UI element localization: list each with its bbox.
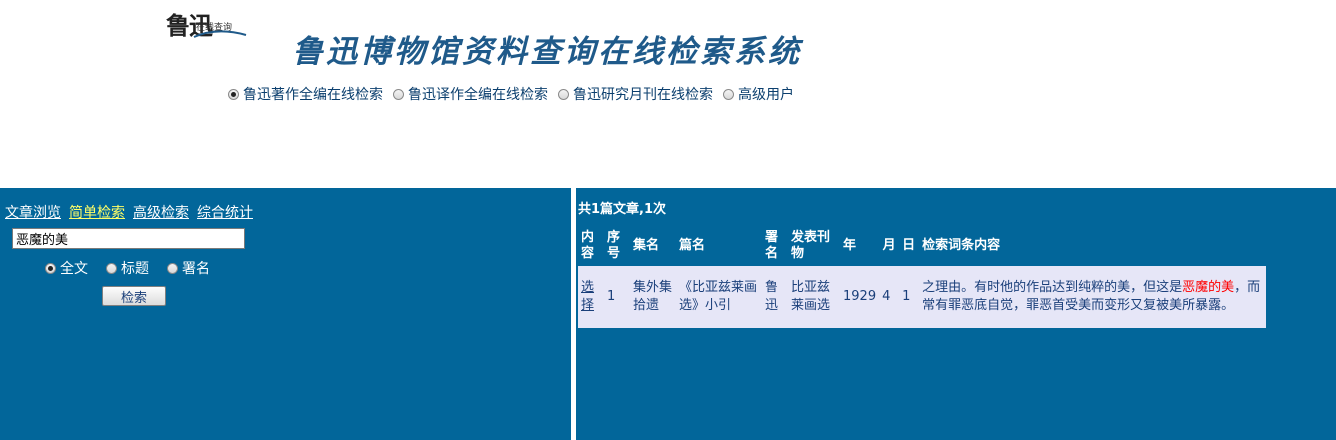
radio-icon[interactable] — [558, 88, 569, 100]
db-option-translations[interactable]: 鲁迅译作全编在线检索 — [393, 84, 548, 104]
col-header: 日 — [902, 238, 916, 253]
nav-browse-articles[interactable]: 文章浏览 — [5, 202, 61, 222]
database-selector: 鲁迅著作全编在线检索 鲁迅译作全编在线检索 鲁迅研究月刊在线检索 高级用户 — [228, 84, 804, 104]
radio-icon[interactable] — [228, 88, 239, 100]
nav-advanced-search[interactable]: 高级检索 — [133, 202, 189, 222]
col-header: 内容 — [581, 230, 595, 261]
site-title: 鲁迅博物馆资料查询在线检索系统 — [292, 34, 802, 70]
search-scope: 全文 标题 署名 — [45, 258, 228, 278]
scope-label: 标题 — [121, 261, 149, 277]
cell-collection: 集外集拾遗 — [630, 266, 676, 328]
col-header: 发表刊物 — [791, 230, 831, 261]
cell-article: 《比亚兹莱画选》小引 — [676, 266, 762, 328]
cell-author: 鲁迅 — [762, 266, 788, 328]
table-header-row: 内容 序号 集名 篇名 署名 发表刊物 年 月 日 检索词条内容 — [578, 226, 1266, 266]
search-button[interactable]: 检索 — [102, 286, 166, 306]
cell-year: 1929 — [840, 266, 880, 328]
radio-icon[interactable] — [167, 262, 178, 274]
col-header: 集名 — [633, 238, 660, 253]
db-option-label: 鲁迅研究月刊在线检索 — [573, 87, 713, 103]
search-panel: 文章浏览 简单检索 高级检索 综合统计 全文 标题 署名 检索 — [0, 188, 571, 440]
scope-label: 全文 — [60, 261, 88, 277]
db-option-works[interactable]: 鲁迅著作全编在线检索 — [228, 84, 383, 104]
nav-statistics[interactable]: 综合统计 — [197, 202, 253, 222]
radio-icon[interactable] — [106, 262, 117, 274]
table-row: 选择 1 集外集拾遗 《比亚兹莱画选》小引 鲁迅 比亚兹莱画选 1929 4 1… — [578, 266, 1266, 328]
scope-fulltext[interactable]: 全文 — [45, 258, 88, 278]
select-link[interactable]: 选择 — [581, 280, 594, 313]
db-option-advanced-user[interactable]: 高级用户 — [723, 84, 794, 104]
site-logo: 鲁迅 在线查询 — [166, 6, 252, 46]
radio-icon[interactable] — [723, 88, 734, 100]
scope-author[interactable]: 署名 — [167, 258, 210, 278]
db-option-label: 鲁迅译作全编在线检索 — [408, 87, 548, 103]
cell-snippet: 之理由。有时他的作品达到纯粹的美，但这是恶魔的美，而常有罪恶底自觉，罪恶首受美而… — [919, 266, 1266, 328]
cell-day: 1 — [899, 266, 920, 328]
scope-label: 署名 — [182, 261, 210, 277]
cell-content: 选择 — [578, 266, 604, 328]
scope-title[interactable]: 标题 — [106, 258, 149, 278]
cell-seq: 1 — [604, 266, 630, 328]
radio-icon[interactable] — [393, 88, 404, 100]
cell-publication: 比亚兹莱画选 — [788, 266, 840, 328]
db-option-label: 鲁迅著作全编在线检索 — [243, 87, 383, 103]
logo-swoosh-icon — [193, 30, 247, 38]
search-input[interactable] — [12, 228, 245, 249]
snippet-text: 之理由。有时他的作品达到纯粹的美，但这是 — [922, 280, 1183, 295]
page-header: 鲁迅 在线查询 鲁迅博物馆资料查询在线检索系统 鲁迅著作全编在线检索 鲁迅译作全编… — [0, 0, 1336, 188]
db-option-monthly[interactable]: 鲁迅研究月刊在线检索 — [558, 84, 713, 104]
col-header: 篇名 — [679, 238, 706, 253]
radio-icon[interactable] — [45, 262, 56, 274]
results-panel: 共1篇文章,1次 内容 序号 集名 篇名 署名 发表刊物 年 月 日 检索词条内… — [576, 188, 1336, 440]
col-header: 年 — [843, 238, 857, 253]
col-header: 署名 — [765, 230, 779, 261]
results-table: 内容 序号 集名 篇名 署名 发表刊物 年 月 日 检索词条内容 选择 1 集外… — [578, 226, 1266, 328]
nav-simple-search[interactable]: 简单检索 — [69, 202, 125, 222]
db-option-label: 高级用户 — [738, 87, 794, 103]
result-count: 共1篇文章,1次 — [578, 202, 667, 217]
col-header: 序号 — [607, 230, 621, 261]
col-header: 检索词条内容 — [922, 238, 1001, 253]
search-nav: 文章浏览 简单检索 高级检索 综合统计 — [5, 202, 261, 222]
col-header: 月 — [882, 238, 896, 253]
snippet-highlight: 恶魔的美 — [1182, 280, 1235, 295]
cell-month: 4 — [879, 266, 900, 328]
